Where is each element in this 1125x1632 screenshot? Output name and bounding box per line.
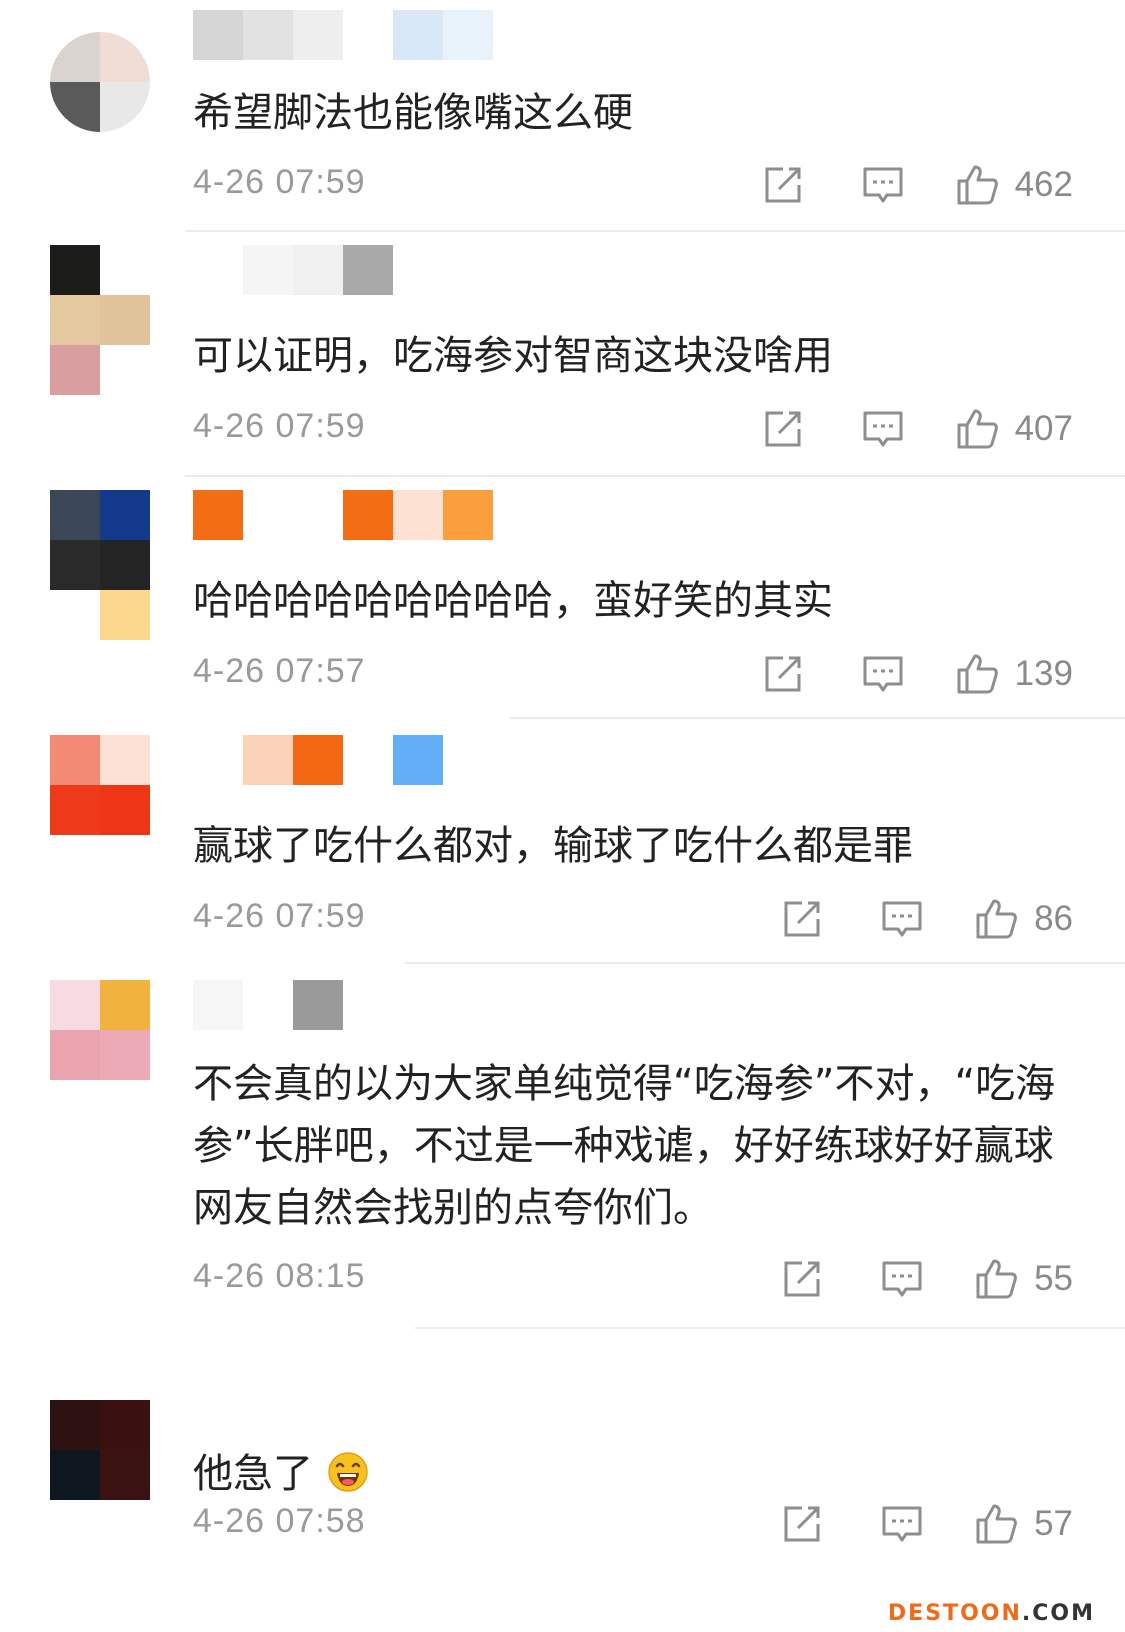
thumbs-up-icon xyxy=(955,652,999,696)
comment-timestamp: 4-26 07:57 xyxy=(193,652,366,690)
like-button[interactable]: 86 xyxy=(974,897,1073,941)
like-button[interactable]: 462 xyxy=(955,163,1073,207)
comment-actions: 86 xyxy=(780,894,1073,944)
comment-actions: 55 xyxy=(780,1254,1073,1304)
like-button[interactable]: 139 xyxy=(955,652,1073,696)
watermark-brand: DESTOON xyxy=(887,1601,1022,1626)
watermark: DESTOON.COM xyxy=(888,1601,1095,1626)
comment-icon[interactable] xyxy=(880,897,924,941)
comment-text-row: 他急了 xyxy=(193,1443,1073,1505)
comment-timestamp: 4-26 07:59 xyxy=(193,897,366,935)
comment-timestamp: 4-26 07:59 xyxy=(193,407,366,445)
laughing-emoji-icon xyxy=(328,1452,368,1492)
comment-timestamp: 4-26 08:15 xyxy=(193,1257,366,1295)
thumbs-up-icon xyxy=(974,1502,1018,1546)
comment-actions: 462 xyxy=(761,160,1073,210)
like-button[interactable]: 57 xyxy=(974,1502,1073,1546)
divider xyxy=(510,717,1125,719)
comment-item: 赢球了吃什么都对，输球了吃什么都是罪 4-26 07:59 86 xyxy=(0,727,1125,972)
share-icon[interactable] xyxy=(761,407,805,451)
comment-icon[interactable] xyxy=(861,652,905,696)
share-icon[interactable] xyxy=(780,897,824,941)
username-blurred[interactable] xyxy=(193,245,393,295)
avatar[interactable] xyxy=(50,32,150,132)
like-count: 55 xyxy=(1034,1259,1073,1298)
like-count: 57 xyxy=(1034,1504,1073,1543)
like-count: 139 xyxy=(1014,654,1073,693)
thumbs-up-icon xyxy=(955,163,999,207)
username-blurred[interactable] xyxy=(193,10,493,60)
divider xyxy=(415,1327,1125,1329)
username-blurred[interactable] xyxy=(193,980,343,1030)
thumbs-up-icon xyxy=(974,1257,1018,1301)
watermark-suffix: .COM xyxy=(1021,1601,1095,1626)
comment-text: 他急了 xyxy=(193,1451,313,1497)
avatar[interactable] xyxy=(50,1400,150,1500)
share-icon[interactable] xyxy=(780,1257,824,1301)
share-icon[interactable] xyxy=(761,163,805,207)
comment-icon[interactable] xyxy=(861,407,905,451)
share-icon[interactable] xyxy=(761,652,805,696)
like-count: 86 xyxy=(1034,899,1073,938)
comment-item: 哈哈哈哈哈哈哈哈哈，蛮好笑的其实 4-26 07:57 139 xyxy=(0,482,1125,727)
avatar[interactable] xyxy=(50,490,150,590)
comment-actions: 407 xyxy=(761,404,1073,454)
comment-icon[interactable] xyxy=(861,163,905,207)
username-blurred[interactable] xyxy=(193,490,493,540)
comment-text: 可以证明，吃海参对智商这块没啥用 xyxy=(193,333,833,379)
avatar[interactable] xyxy=(50,735,150,835)
avatar-extra xyxy=(100,590,150,640)
comment-item: 他急了 4-26 07:58 57 xyxy=(0,1372,1125,1632)
comment-text: 哈哈哈哈哈哈哈哈哈，蛮好笑的其实 xyxy=(193,578,833,624)
comment-actions: 57 xyxy=(780,1499,1073,1549)
like-button[interactable]: 55 xyxy=(974,1257,1073,1301)
divider xyxy=(185,475,1125,477)
username-blurred[interactable] xyxy=(193,735,443,785)
avatar[interactable] xyxy=(50,245,150,345)
like-button[interactable]: 407 xyxy=(955,407,1073,451)
comment-text: 希望脚法也能像嘴这么硬 xyxy=(193,90,633,136)
comment-text: 赢球了吃什么都对，输球了吃什么都是罪 xyxy=(193,823,913,869)
avatar-extra xyxy=(50,345,100,395)
comment-icon[interactable] xyxy=(880,1257,924,1301)
divider xyxy=(405,962,1125,964)
comment-timestamp: 4-26 07:59 xyxy=(193,163,366,201)
avatar[interactable] xyxy=(50,980,150,1080)
like-count: 462 xyxy=(1014,165,1073,204)
thumbs-up-icon xyxy=(974,897,1018,941)
comment-timestamp: 4-26 07:58 xyxy=(193,1502,366,1540)
comment-item: 不会真的以为大家单纯觉得“吃海参”不对，“吃海参”长胖吧，不过是一种戏谑，好好练… xyxy=(0,972,1125,1372)
comment-actions: 139 xyxy=(761,649,1073,699)
like-count: 407 xyxy=(1014,409,1073,448)
thumbs-up-icon xyxy=(955,407,999,451)
share-icon[interactable] xyxy=(780,1502,824,1546)
comment-text: 不会真的以为大家单纯觉得“吃海参”不对，“吃海参”长胖吧，不过是一种戏谑，好好练… xyxy=(193,1061,1056,1231)
comment-item: 希望脚法也能像嘴这么硬 4-26 07:59 462 xyxy=(0,0,1125,232)
comment-icon[interactable] xyxy=(880,1502,924,1546)
comment-item: 可以证明，吃海参对智商这块没啥用 4-26 07:59 407 xyxy=(0,232,1125,482)
